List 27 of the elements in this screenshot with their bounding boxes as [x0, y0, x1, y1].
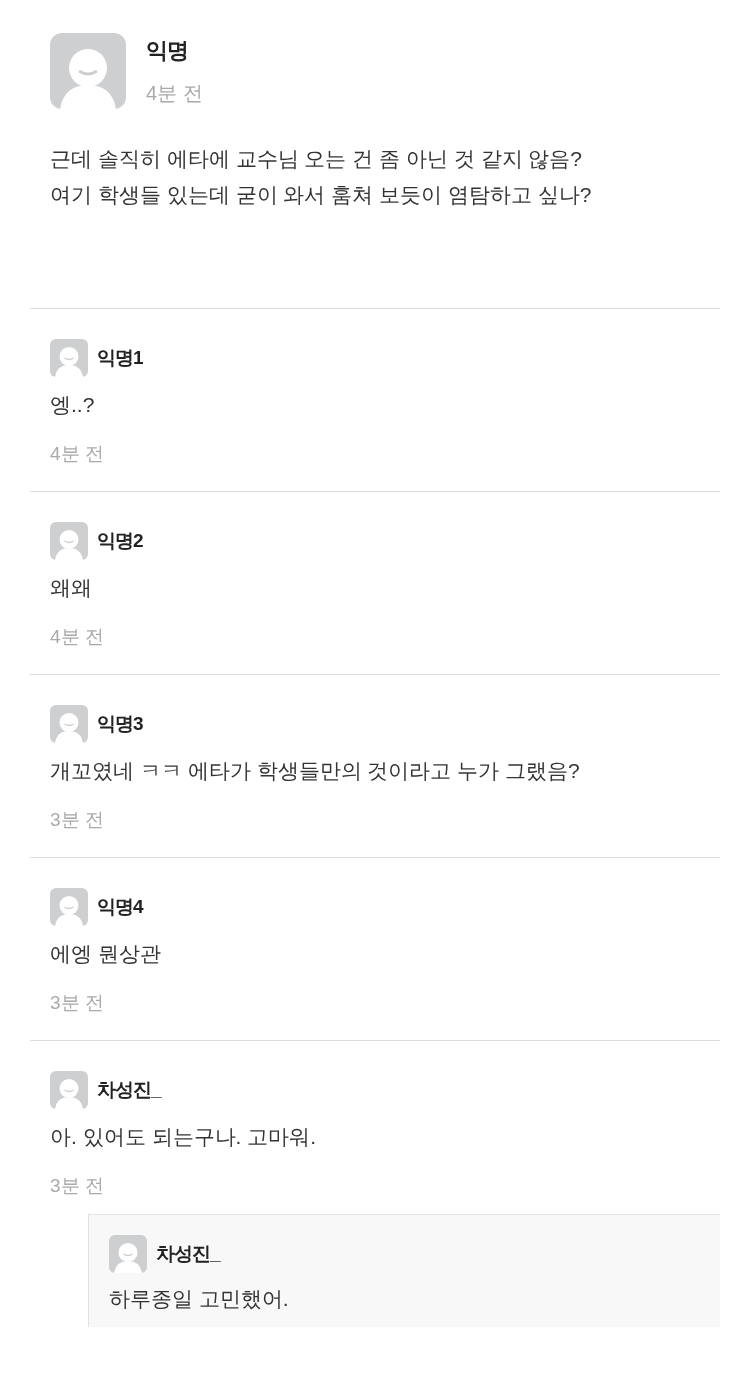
comment-time: 4분 전	[50, 625, 105, 649]
comment-author: 익명1	[97, 345, 143, 370]
comment-author: 차성진_	[97, 1077, 161, 1102]
post-body: 근데 솔직히 에타에 교수님 오는 건 좀 아닌 것 같지 않음? 여기 학생들 있는데 굳이 와서 훔쳐 보듯이 염탐하고 싶나?	[50, 146, 593, 208]
comment-author: 익명4	[97, 894, 143, 919]
avatar-icon	[109, 1235, 147, 1273]
comment-text: 아. 있어도 되는구나. 고마워.	[50, 1124, 317, 1150]
comment-author: 익명3	[97, 711, 143, 736]
avatar-icon	[50, 705, 88, 743]
avatar-icon	[50, 888, 88, 926]
avatar-icon	[50, 522, 88, 560]
comment-text: 에엥 뭔상관	[50, 941, 162, 967]
post-time: 4분 전	[146, 81, 203, 106]
avatar-icon	[50, 339, 88, 377]
comment-author: 익명2	[97, 528, 143, 553]
comment-time: 4분 전	[50, 442, 105, 466]
comment-text: 개꼬였네 ㅋㅋ 에타가 학생들만의 것이라고 누가 그랬음?	[50, 758, 581, 784]
avatar-icon	[50, 1071, 88, 1109]
comment-time: 3분 전	[50, 1174, 105, 1198]
comment-time: 3분 전	[50, 808, 105, 832]
comment-text: 왜왜	[50, 575, 93, 601]
reply-text: 하루종일 고민했어.	[109, 1286, 290, 1312]
post-author: 익명	[146, 37, 189, 65]
comment-time: 3분 전	[50, 991, 105, 1015]
avatar-icon	[50, 33, 126, 109]
comment-text: 엥..?	[50, 392, 96, 418]
reply-author: 차성진_	[156, 1241, 220, 1266]
